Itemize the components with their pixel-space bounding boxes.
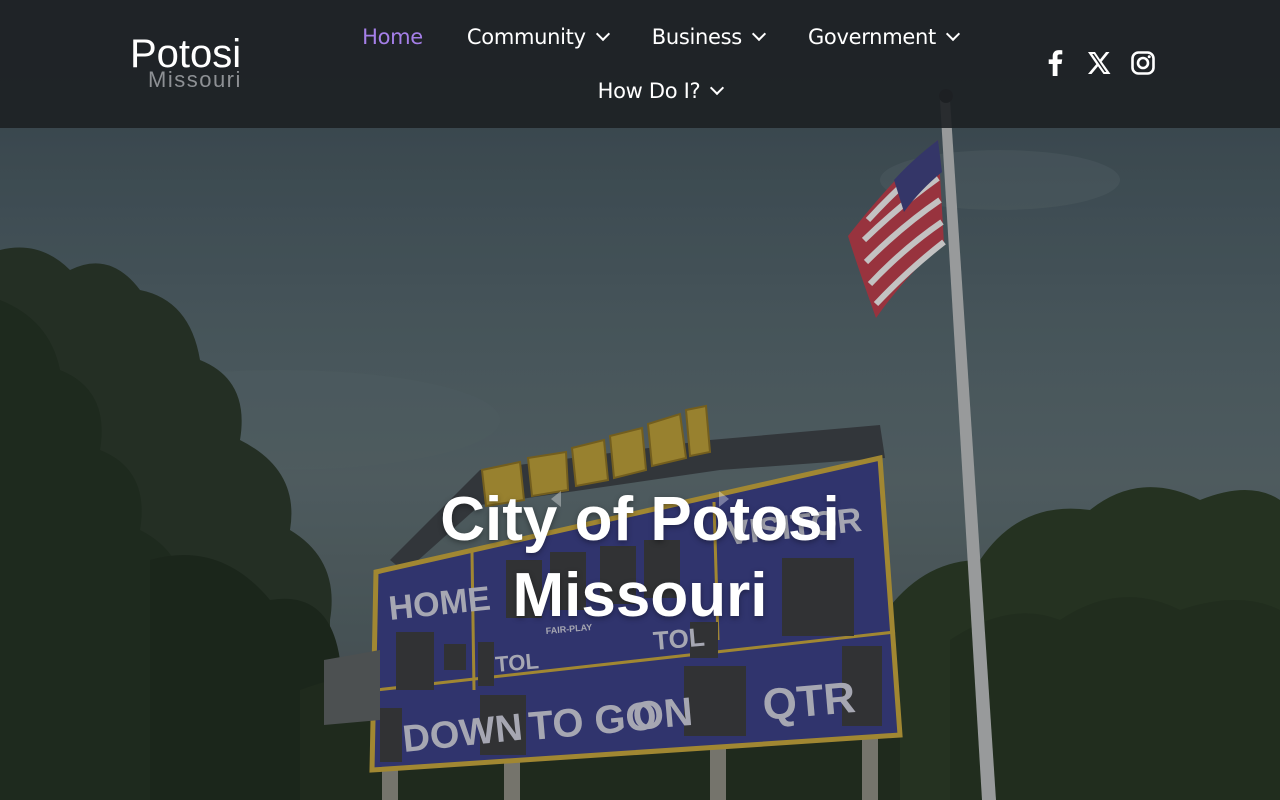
hero-title-line-2: Missouri — [512, 561, 768, 630]
hero-title-line-1: City of Potosi — [440, 485, 840, 554]
site-header: Potosi Missouri Home Community Business … — [0, 0, 1280, 128]
nav-item-label: Business — [651, 25, 743, 49]
chevron-down-icon — [751, 26, 767, 42]
nav-item-label: How Do I? — [597, 79, 701, 103]
nav-item-label: Home — [362, 25, 423, 49]
site-logo[interactable]: Potosi Missouri — [130, 34, 270, 94]
chevron-down-icon — [595, 26, 610, 42]
logo-subtitle: Missouri — [148, 67, 242, 92]
nav-item-home[interactable]: Home — [340, 25, 445, 49]
hero-title: City of Potosi Missouri — [0, 482, 1280, 634]
chevron-down-icon — [945, 26, 960, 42]
nav-item-community[interactable]: Community — [445, 25, 630, 49]
nav-item-label: Community — [466, 25, 586, 49]
instagram-icon[interactable] — [1130, 48, 1156, 78]
nav-item-label: Government — [807, 25, 936, 49]
chevron-down-icon — [710, 80, 725, 96]
nav-item-business[interactable]: Business — [630, 25, 786, 49]
nav-item-how-do-i[interactable]: How Do I? — [576, 79, 745, 103]
nav-item-government[interactable]: Government — [786, 25, 980, 49]
x-icon[interactable] — [1086, 48, 1112, 78]
facebook-icon[interactable] — [1042, 48, 1068, 78]
social-links — [1042, 48, 1156, 78]
main-navigation: Home Community Business Government How D… — [340, 14, 980, 114]
